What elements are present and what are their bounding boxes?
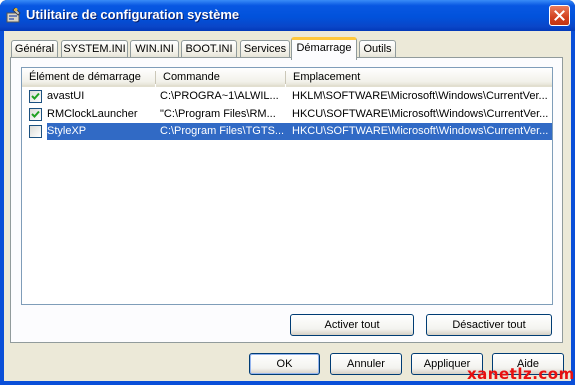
startup-checkbox[interactable]: [29, 125, 42, 138]
startup-item-command: C:\Program Files\TGTS...: [160, 125, 284, 137]
ok-button[interactable]: OK: [249, 353, 320, 375]
window-title: Utilitaire de configuration système: [26, 7, 240, 22]
tab-win-ini[interactable]: WIN.INI: [130, 40, 179, 58]
title-bar[interactable]: Utilitaire de configuration système: [0, 0, 575, 31]
startup-item-name: StyleXP: [47, 125, 87, 137]
startup-row-rmclocklauncher[interactable]: RMClockLauncher "C:\Program Files\RM... …: [22, 106, 552, 123]
startup-items-list[interactable]: Élément de démarrage Commande Emplacemen…: [21, 67, 553, 305]
startup-item-location: HKCU\SOFTWARE\Microsoft\Windows\CurrentV…: [292, 108, 549, 120]
column-header-command[interactable]: Commande: [156, 68, 285, 87]
disable-all-button[interactable]: Désactiver tout: [426, 314, 552, 336]
startup-checkbox[interactable]: [29, 108, 42, 121]
checkmark-icon: [31, 92, 40, 100]
system-config-window: Utilitaire de configuration système Géné…: [0, 0, 575, 385]
startup-item-location: HKLM\SOFTWARE\Microsoft\Windows\CurrentV…: [292, 90, 548, 102]
startup-row-avastui[interactable]: avastUI C:\PROGRA~1\ALWIL... HKLM\SOFTWA…: [22, 88, 552, 105]
tab-services[interactable]: Services: [240, 40, 290, 58]
startup-checkbox[interactable]: [29, 90, 42, 103]
close-button[interactable]: [549, 5, 570, 26]
tab-tools[interactable]: Outils: [359, 40, 396, 58]
column-header-startup-item[interactable]: Élément de démarrage: [22, 68, 155, 87]
startup-item-location: HKCU\SOFTWARE\Microsoft\Windows\CurrentV…: [292, 125, 549, 137]
enable-all-button[interactable]: Activer tout: [290, 314, 414, 336]
column-header-location[interactable]: Emplacement: [286, 68, 552, 87]
startup-item-command: C:\PROGRA~1\ALWIL...: [160, 90, 279, 102]
checkmark-icon: [31, 110, 40, 118]
startup-item-command: "C:\Program Files\RM...: [160, 108, 276, 120]
tab-system-ini[interactable]: SYSTEM.INI: [61, 40, 128, 58]
startup-item-name: RMClockLauncher: [47, 108, 138, 120]
window-frame-right: [571, 31, 575, 385]
tab-startup[interactable]: Démarrage: [291, 37, 357, 60]
close-icon: [554, 10, 565, 21]
startup-row-stylexp[interactable]: StyleXP C:\Program Files\TGTS... HKCU\SO…: [22, 123, 552, 140]
tab-general[interactable]: Général: [11, 40, 58, 58]
site-watermark: xanetlz.com: [467, 365, 575, 383]
msconfig-app-icon: [6, 7, 22, 23]
startup-item-name: avastUI: [47, 90, 85, 102]
tab-boot-ini[interactable]: BOOT.INI: [181, 40, 237, 58]
cancel-button[interactable]: Annuler: [330, 353, 402, 375]
